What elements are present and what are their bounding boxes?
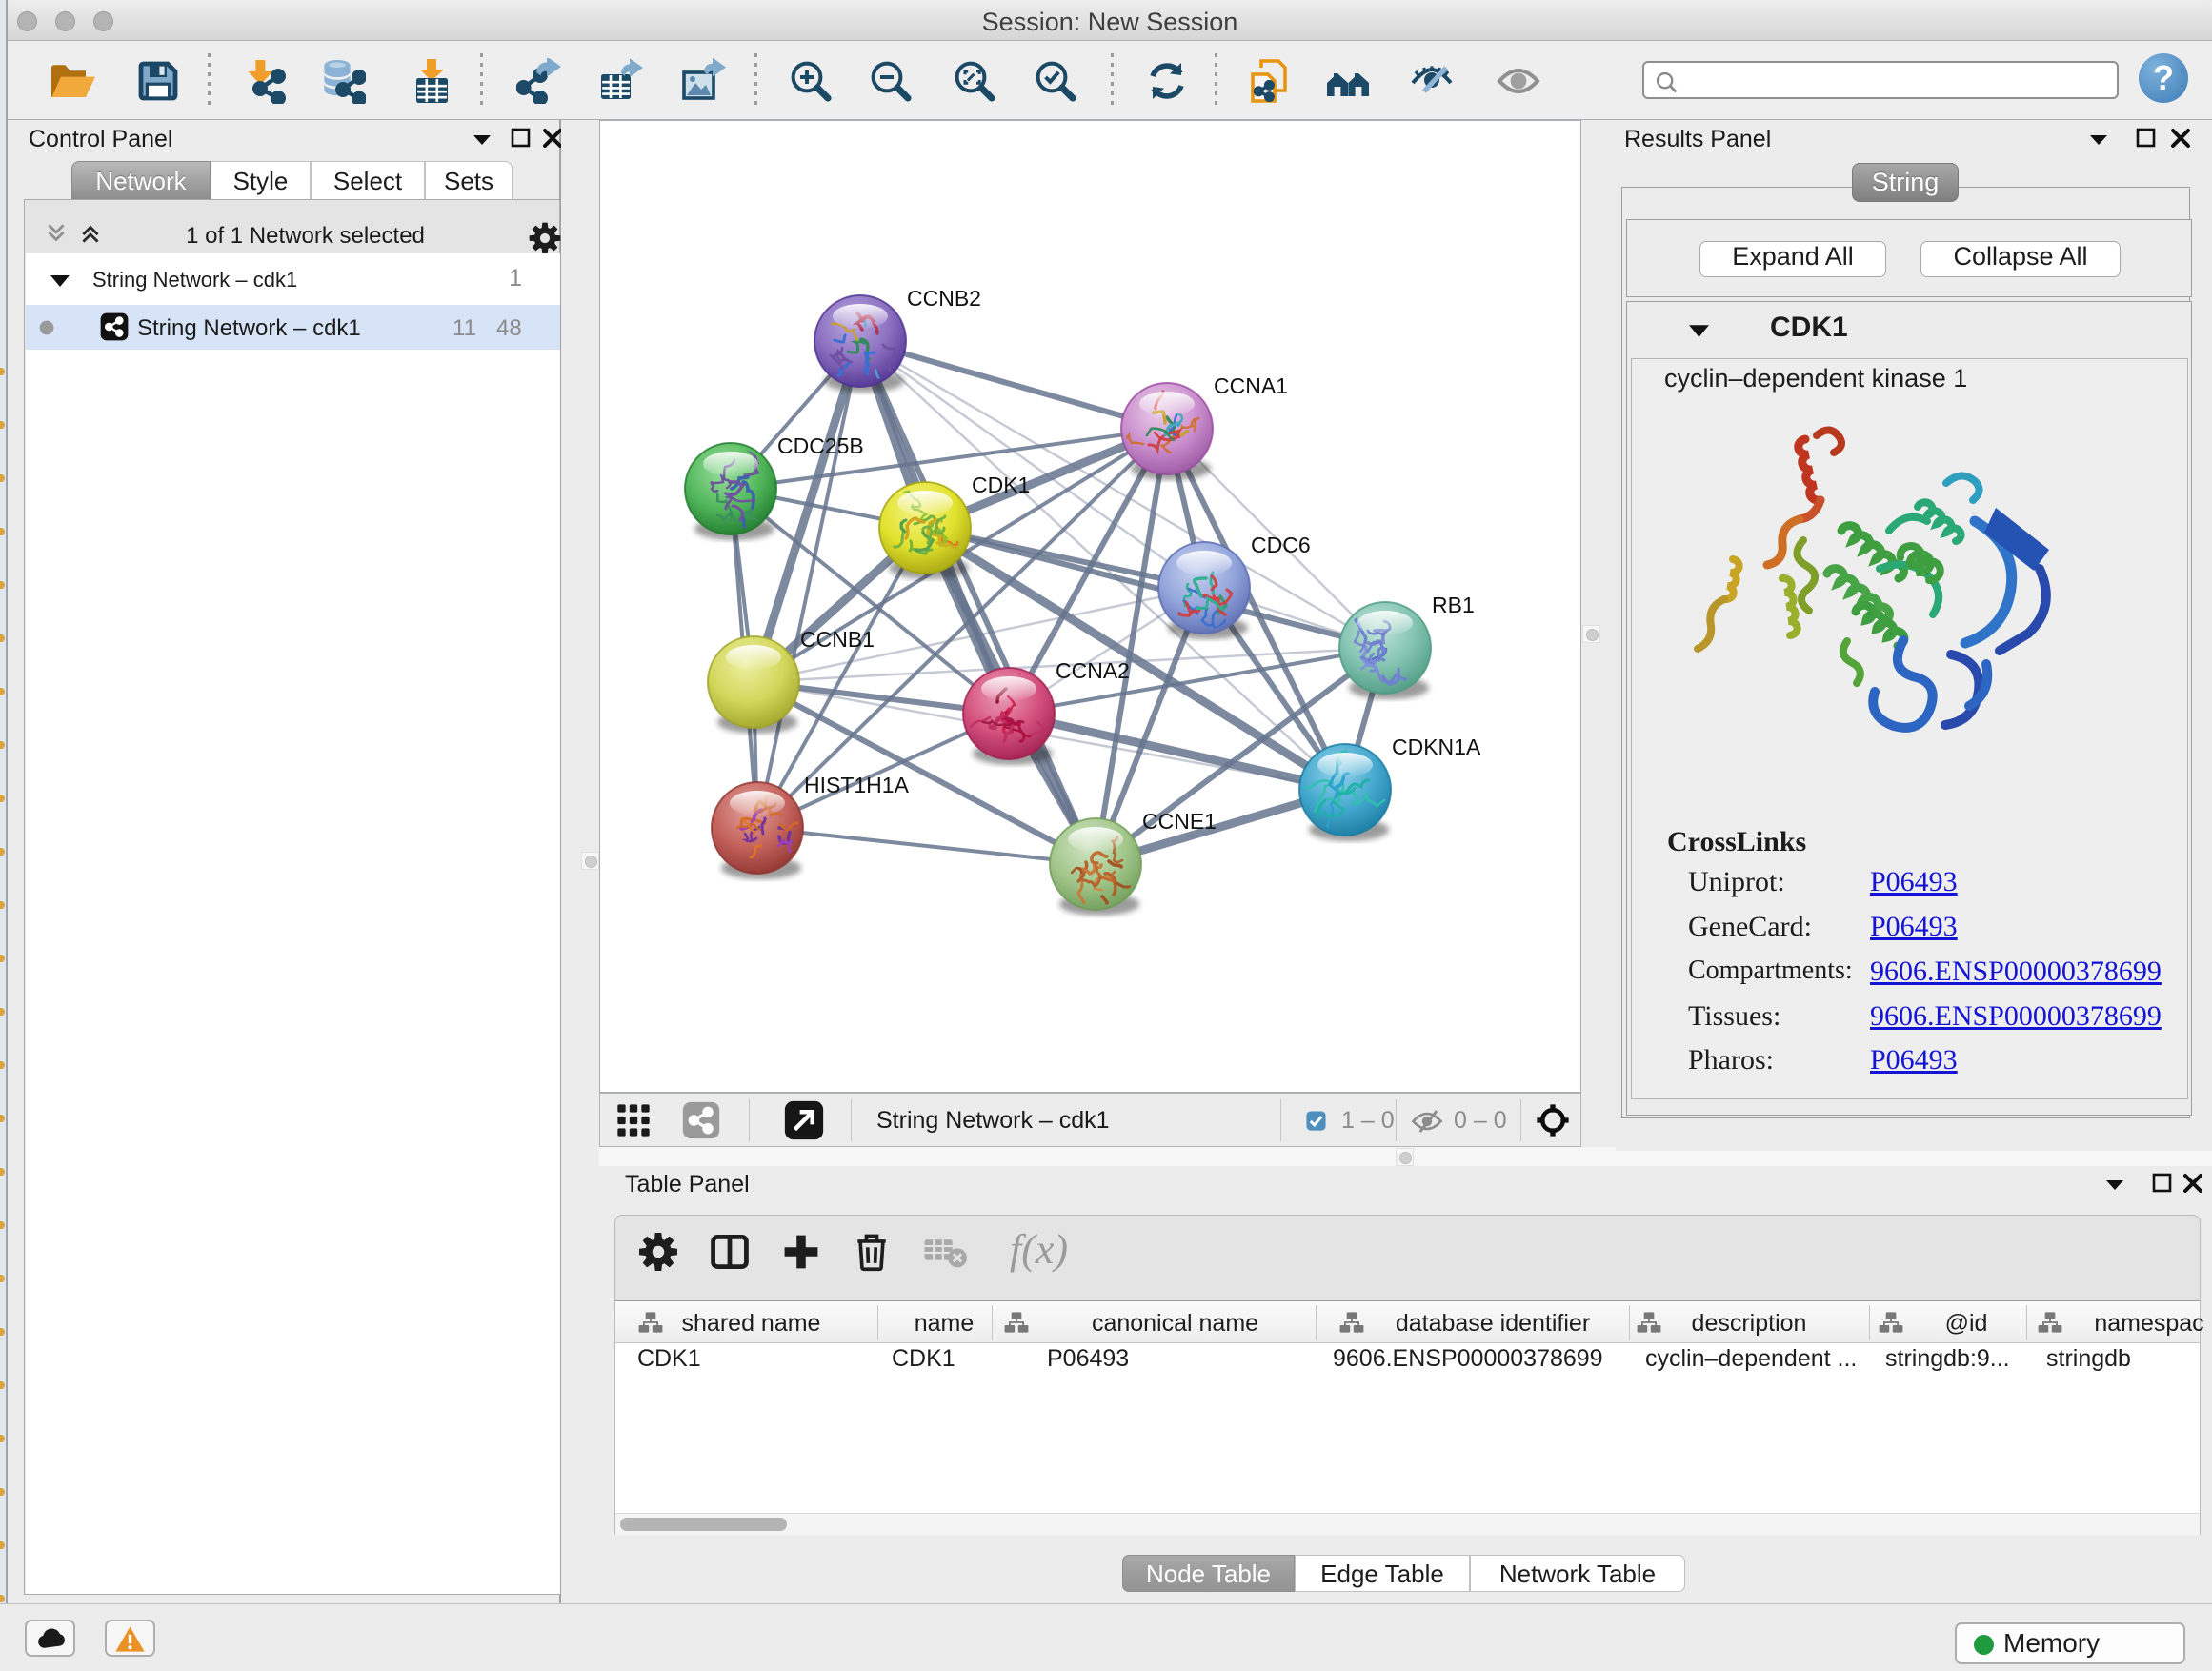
- svg-text:CDC25B: CDC25B: [777, 433, 864, 458]
- svg-text:HIST1H1A: HIST1H1A: [804, 773, 910, 797]
- svg-text:CCNB1: CCNB1: [800, 627, 875, 652]
- svg-text:CCNB2: CCNB2: [907, 286, 981, 311]
- svg-text:CDK1: CDK1: [972, 473, 1030, 497]
- svg-text:CCNE1: CCNE1: [1142, 809, 1217, 834]
- svg-text:RB1: RB1: [1432, 593, 1475, 617]
- svg-text:CDKN1A: CDKN1A: [1392, 735, 1481, 759]
- svg-text:CDC6: CDC6: [1251, 533, 1311, 557]
- svg-text:CCNA1: CCNA1: [1214, 373, 1288, 398]
- svg-text:CCNA2: CCNA2: [1056, 658, 1130, 683]
